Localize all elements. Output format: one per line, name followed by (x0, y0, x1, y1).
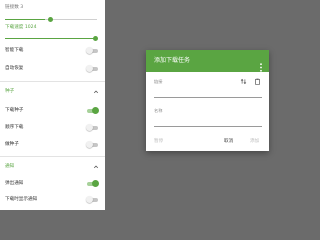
name-label: 名称 (154, 108, 163, 113)
speed-slider[interactable] (5, 38, 97, 40)
speed-slider-fill (5, 38, 97, 40)
sequential-download-toggle[interactable] (86, 124, 99, 131)
section-title-seed: 种子 (5, 89, 15, 94)
setting-label: 智能下载 (5, 48, 24, 53)
popup-notify-toggle[interactable] (86, 180, 99, 187)
smart-download-toggle[interactable] (86, 47, 99, 54)
setting-label: 下载时显示通知 (5, 197, 38, 202)
speed-label: 下载速度 1024 (5, 25, 37, 30)
setting-label: 弹出通知 (5, 181, 24, 186)
setting-label: 顺序下载 (5, 125, 24, 130)
link-input[interactable] (154, 86, 234, 93)
link-label: 链接 (154, 79, 163, 84)
connections-label: 链接数 3 (5, 5, 24, 10)
more-vert-icon[interactable] (259, 57, 263, 72)
add-button[interactable]: 添加 (250, 139, 259, 145)
divider (0, 156, 105, 157)
divider (0, 81, 105, 82)
setting-label: 自动恢复 (5, 66, 24, 71)
download-seed-toggle[interactable] (86, 107, 99, 114)
setting-label: 做种子 (5, 142, 19, 147)
dialog-header: 添加下载任务 (146, 50, 269, 72)
setting-label: 下载种子 (5, 108, 24, 113)
dialog-title: 添加下载任务 (154, 57, 191, 64)
connections-slider-fill (5, 19, 46, 21)
speed-slider-thumb[interactable] (93, 35, 98, 41)
add-download-dialog: 添加下载任务 链接 名称 暂停 取消 添加 (146, 50, 269, 151)
cancel-button[interactable]: 取消 (224, 139, 233, 145)
auto-resume-toggle[interactable] (86, 65, 99, 72)
name-input[interactable] (154, 115, 234, 122)
clipboard-icon[interactable] (254, 78, 261, 85)
show-notify-toggle[interactable] (86, 196, 99, 203)
chevron-up-icon[interactable] (93, 89, 99, 95)
connections-slider-thumb[interactable] (48, 17, 53, 22)
pause-button[interactable]: 暂停 (154, 139, 163, 145)
seeding-toggle[interactable] (86, 141, 99, 148)
chevron-up-icon[interactable] (93, 164, 99, 170)
name-underline (154, 126, 262, 127)
settings-panel: 链接数 3 下载速度 1024 智能下载 自动恢复 种子 下载种子 顺序下载 做… (0, 0, 105, 210)
swap-vert-icon[interactable] (240, 78, 247, 85)
section-title-notify: 通知 (5, 164, 15, 169)
link-underline (154, 97, 262, 98)
